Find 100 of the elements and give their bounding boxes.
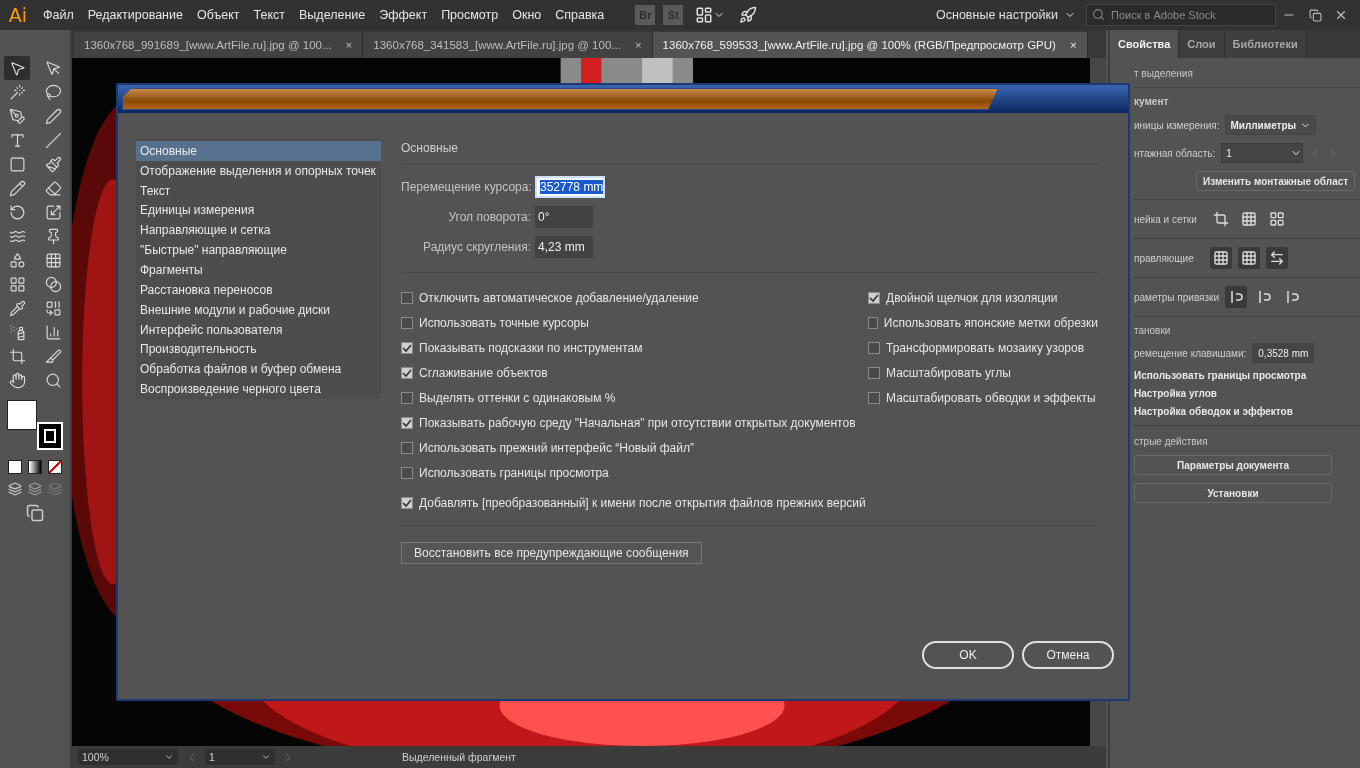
checkbox[interactable]: [868, 291, 880, 304]
category-item[interactable]: Воспроизведение черного цвета: [136, 379, 381, 399]
document-tab[interactable]: 1360x768_991689_[www.ArtFile.ru].jpg @ 100... ×: [74, 32, 364, 58]
checkbox-option[interactable]: Сглаживание объектов: [401, 360, 868, 385]
workspace-dropdown[interactable]: Основные настройки: [926, 8, 1086, 22]
fill-swatch[interactable]: [7, 400, 37, 430]
section-heading: правляющие: [1134, 252, 1195, 264]
none-swatch[interactable]: [48, 460, 62, 474]
input-field[interactable]: 4,23 mm: [535, 236, 593, 258]
document-setup-button[interactable]: Параметры документа: [1134, 455, 1332, 475]
checkbox[interactable]: [401, 441, 413, 454]
close-icon[interactable]: ×: [1069, 39, 1077, 51]
field-label: Радиус скругления:: [422, 240, 531, 254]
close-icon[interactable]: ×: [634, 39, 642, 51]
checkbox[interactable]: [868, 316, 878, 329]
section-heading: кумент: [1134, 96, 1170, 107]
checkbox-option[interactable]: Отключить автоматическое добавление/удаление: [401, 285, 868, 310]
close-icon[interactable]: [1334, 8, 1348, 22]
checkbox[interactable]: [401, 416, 413, 429]
checkbox[interactable]: [868, 391, 880, 404]
checkbox-option[interactable]: Добавлять [преобразованный] к имени после открытия файлов прежних версий: [401, 490, 1098, 515]
category-item[interactable]: Единицы измерения: [136, 200, 381, 221]
checkbox[interactable]: [868, 366, 880, 379]
menu-item[interactable]: Файл: [36, 8, 81, 22]
category-item[interactable]: Интерфейс пользователя: [136, 319, 381, 340]
category-item[interactable]: Текст: [136, 180, 381, 201]
close-icon[interactable]: ×: [345, 39, 353, 51]
restore-icon[interactable]: [1308, 8, 1322, 22]
menu-item[interactable]: Текст: [246, 8, 293, 22]
checkbox-option[interactable]: Показывать подсказки по инструментам: [401, 335, 868, 360]
panel-tab[interactable]: Слои: [1179, 30, 1225, 58]
category-item[interactable]: Производительность: [136, 339, 381, 360]
edit-artboards-button[interactable]: Изменить монтажные област: [1196, 171, 1356, 191]
field-label: Угол поворота:: [447, 210, 531, 224]
category-item[interactable]: Расстановка переносов: [136, 279, 381, 300]
checkbox[interactable]: [401, 466, 413, 479]
field-label: иницы измерения:: [1134, 119, 1220, 131]
zoom-dropdown[interactable]: 100%: [78, 749, 178, 765]
section-heading: тановки: [1134, 325, 1172, 336]
cancel-button[interactable]: Отмена: [1022, 641, 1114, 669]
gradient-swatch[interactable]: [28, 460, 42, 474]
checkbox-option[interactable]: Использовать границы просмотра: [401, 460, 868, 485]
color-swatch[interactable]: [8, 460, 22, 474]
status-text: Выделенный фрагмент: [402, 751, 516, 763]
menu-item[interactable]: Просмотр: [434, 8, 506, 22]
checkbox[interactable]: [401, 341, 413, 354]
checkbox-option[interactable]: Использовать прежний интерфейс “Новый файл”: [401, 435, 868, 460]
checkbox[interactable]: [868, 341, 880, 354]
checkbox-option[interactable]: Использовать точные курсоры: [401, 310, 868, 335]
checkbox[interactable]: [401, 391, 413, 404]
menu-item[interactable]: Редактирование: [80, 8, 190, 22]
search-icon: [1092, 8, 1105, 21]
checkbox-option[interactable]: Масштабировать обводки и эффекты: [868, 385, 1098, 410]
rocket-icon[interactable]: [739, 6, 758, 24]
screen-mode-icon[interactable]: [26, 504, 44, 522]
category-item[interactable]: Обработка файлов и буфер обмена: [136, 359, 381, 380]
option-label: Настройка обводок и эффектов: [1134, 406, 1294, 417]
category-item[interactable]: Внешние модули и рабочие диски: [136, 299, 381, 320]
artboard-combobox[interactable]: 1: [1221, 143, 1304, 163]
ok-button[interactable]: OK: [922, 641, 1014, 669]
checkbox[interactable]: [401, 366, 413, 379]
option-label: Настройка углов: [1134, 388, 1218, 399]
preferences-button[interactable]: Установки: [1134, 483, 1332, 503]
checkbox[interactable]: [401, 316, 413, 329]
stroke-swatch[interactable]: [37, 422, 63, 450]
checkbox[interactable]: [401, 496, 413, 509]
checkbox-option[interactable]: Трансформировать мозаику узоров: [868, 335, 1098, 360]
snap-icon[interactable]: [1225, 286, 1248, 308]
input-field[interactable]: 0°: [535, 206, 593, 228]
menu-item[interactable]: Эффект: [372, 8, 435, 22]
panel-tab[interactable]: Библиотеки: [1224, 30, 1307, 58]
menu-item[interactable]: Выделение: [292, 8, 373, 22]
checkbox-option[interactable]: Использовать японские метки обрезки: [868, 310, 1098, 335]
artboard-dropdown[interactable]: 1: [205, 749, 275, 765]
document-tab[interactable]: 1360x768_341583_[www.ArtFile.ru].jpg @ 100... ×: [363, 32, 653, 58]
checkbox-option[interactable]: Масштабировать углы: [868, 360, 1098, 385]
checkbox-option[interactable]: Выделять оттенки с одинаковым %: [401, 385, 868, 410]
menu-item[interactable]: Справка: [548, 8, 612, 22]
field-label: Перемещение курсора:: [401, 180, 531, 194]
units-dropdown[interactable]: Миллиметры: [1225, 115, 1317, 135]
chevron-down-icon: [164, 752, 174, 762]
input-field[interactable]: 352778 mm: [535, 176, 605, 198]
panel-tab[interactable]: Свойства: [1110, 30, 1180, 58]
category-item[interactable]: Фрагменты: [136, 260, 381, 280]
checkbox[interactable]: [401, 291, 413, 304]
reset-warnings-button[interactable]: Восстановить все предупреждающие сообщения: [401, 542, 702, 564]
document-tab[interactable]: 1360x768_599533_[www.ArtFile.ru].jpg @ 100% (RGB/Предпросмотр GPU) ×: [652, 32, 1088, 58]
menu-item[interactable]: Окно: [505, 8, 549, 22]
option-label: Использовать границы просмотра: [1134, 370, 1308, 381]
category-item[interactable]: Направляющие и сетка: [136, 220, 381, 241]
checkbox-option[interactable]: Показывать рабочую среду "Начальная" при отсутствии открытых документов: [401, 410, 868, 435]
layout-icon[interactable]: [695, 6, 714, 24]
category-item[interactable]: "Быстрые" направляющие: [136, 240, 381, 261]
checkbox-option[interactable]: Двойной щелчок для изоляции: [868, 285, 1098, 310]
category-item[interactable]: Отображение выделения и опорных точек: [136, 160, 381, 181]
search-field[interactable]: Поиск в Adobe Stock: [1086, 4, 1276, 26]
category-item[interactable]: Основные: [136, 141, 381, 161]
menu-item[interactable]: Объект: [189, 8, 247, 22]
arrow-pointer-icon[interactable]: [4, 56, 30, 80]
nudge-field[interactable]: 0,3528 mm: [1252, 343, 1315, 363]
